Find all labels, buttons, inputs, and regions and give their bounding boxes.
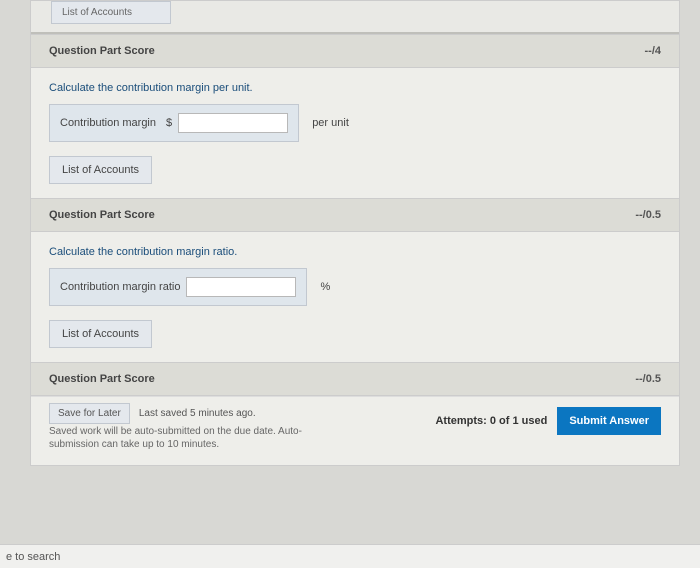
unit-suffix: % bbox=[321, 281, 331, 293]
footer-bar: Save for Later Last saved 5 minutes ago.… bbox=[31, 396, 679, 465]
contribution-margin-ratio-input[interactable] bbox=[186, 277, 296, 297]
score-value: --/0.5 bbox=[635, 209, 661, 221]
taskbar: e to search bbox=[0, 544, 700, 568]
contribution-margin-input[interactable] bbox=[178, 113, 288, 133]
unit-suffix: per unit bbox=[312, 117, 349, 129]
list-of-accounts-button[interactable]: List of Accounts bbox=[49, 156, 152, 184]
save-for-later-button[interactable]: Save for Later bbox=[49, 403, 130, 424]
attempts-text: Attempts: 0 of 1 used bbox=[435, 415, 547, 427]
score-label: Question Part Score bbox=[49, 209, 155, 221]
currency-symbol: $ bbox=[166, 117, 172, 129]
contribution-margin-row: Contribution margin $ bbox=[49, 104, 299, 142]
question-part-body: Calculate the contribution margin ratio.… bbox=[31, 232, 679, 362]
score-value: --/4 bbox=[645, 45, 662, 57]
field-label: Contribution margin bbox=[60, 117, 156, 129]
auto-submit-note: Saved work will be auto-submitted on the… bbox=[49, 425, 349, 451]
last-saved-text: Last saved 5 minutes ago. bbox=[139, 408, 256, 419]
submit-answer-button[interactable]: Submit Answer bbox=[557, 407, 661, 435]
score-label: Question Part Score bbox=[49, 373, 155, 385]
list-of-accounts-button-top[interactable]: List of Accounts bbox=[51, 1, 171, 24]
question-part-score-bar: Question Part Score --/0.5 bbox=[31, 198, 679, 232]
question-prompt: Calculate the contribution margin ratio. bbox=[49, 246, 661, 258]
search-text[interactable]: e to search bbox=[6, 551, 60, 563]
question-part-body: Calculate the contribution margin per un… bbox=[31, 68, 679, 198]
question-part-score-bar: Question Part Score --/0.5 bbox=[31, 362, 679, 396]
question-prompt: Calculate the contribution margin per un… bbox=[49, 82, 661, 94]
contribution-margin-ratio-row: Contribution margin ratio bbox=[49, 268, 307, 306]
score-label: Question Part Score bbox=[49, 45, 155, 57]
list-of-accounts-button[interactable]: List of Accounts bbox=[49, 320, 152, 348]
question-part-score-bar: Question Part Score --/4 bbox=[31, 34, 679, 68]
field-label: Contribution margin ratio bbox=[60, 281, 180, 293]
score-value: --/0.5 bbox=[635, 373, 661, 385]
